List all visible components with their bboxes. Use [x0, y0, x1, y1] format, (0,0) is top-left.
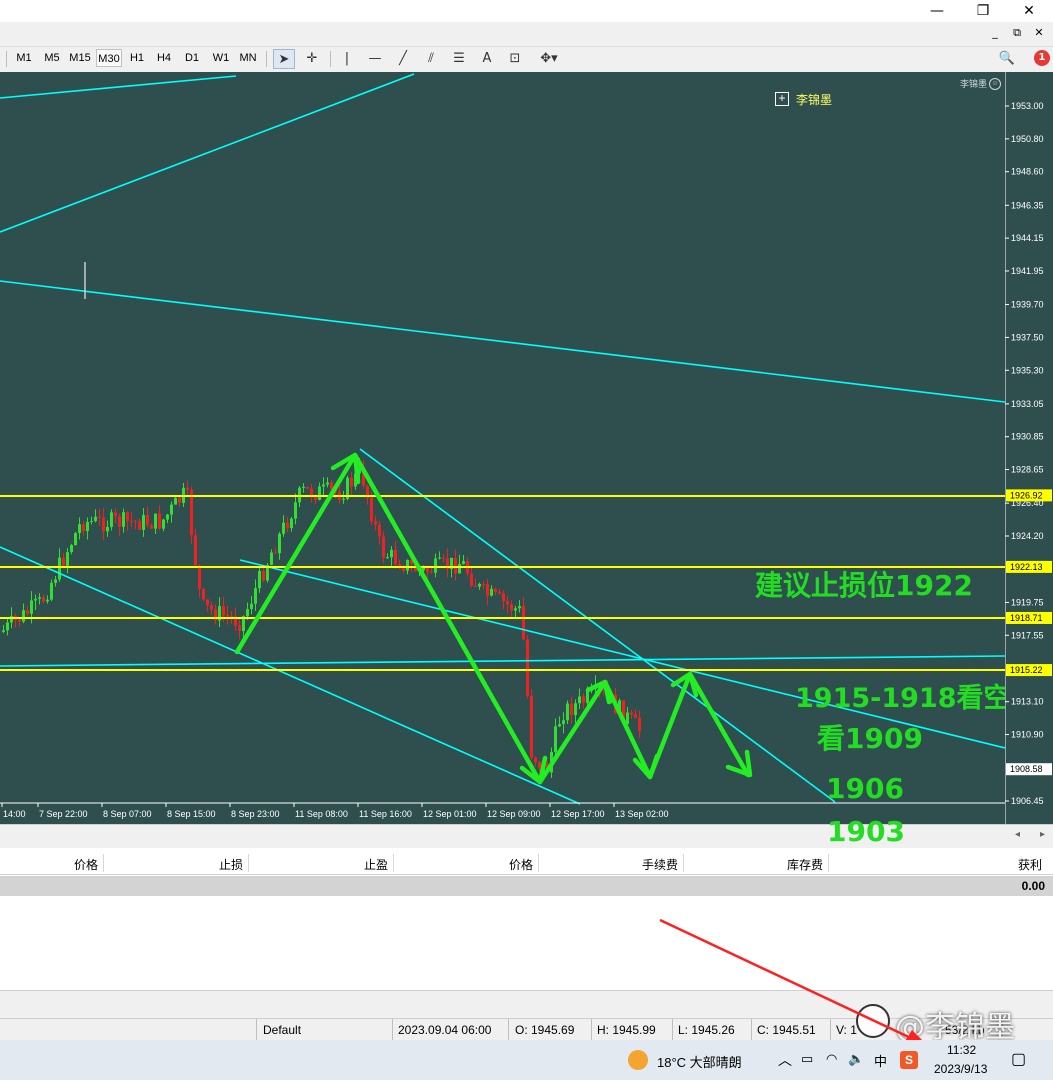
- clock-time[interactable]: 11:32: [947, 1043, 976, 1057]
- wifi-icon[interactable]: ◠: [826, 1051, 837, 1067]
- ime-indicator[interactable]: 中: [874, 1051, 887, 1070]
- weather-icon[interactable]: [628, 1050, 648, 1070]
- notification-center-icon[interactable]: ▢: [1011, 1049, 1026, 1069]
- weather-text[interactable]: 18°C 大部晴朗: [657, 1052, 742, 1071]
- red-pointer-arrow: [659, 918, 930, 1048]
- volume-icon[interactable]: 🔈: [848, 1051, 864, 1067]
- battery-icon[interactable]: ▭: [801, 1051, 813, 1067]
- taskbar: 18°C 大部晴朗 ︿ ▭ ◠ 🔈 中 S 11:32 2023/9/13 ▢: [0, 1040, 1053, 1080]
- clock-date[interactable]: 2023/9/13: [934, 1062, 987, 1076]
- sogou-icon[interactable]: S: [900, 1051, 918, 1069]
- tray-expand-icon[interactable]: ︿: [778, 1050, 792, 1070]
